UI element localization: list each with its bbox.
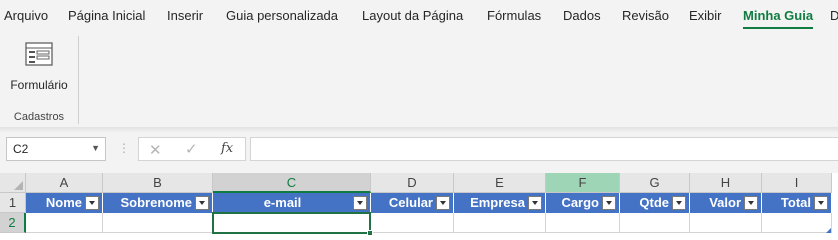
filter-dropdown-icon[interactable] [436, 196, 450, 210]
formulario-button[interactable]: Formulário [6, 38, 72, 94]
cell-d2[interactable] [371, 213, 454, 233]
table-header-sobrenome[interactable]: Sobrenome [103, 193, 213, 213]
table-header-label: Cargo [561, 195, 599, 210]
filter-dropdown-icon[interactable] [195, 196, 209, 210]
table-header-email[interactable]: e-mail [213, 193, 371, 213]
ribbon-tab-bar: Arquivo Página Inicial Inserir Guia pers… [0, 0, 838, 32]
table-resize-handle[interactable] [826, 228, 831, 233]
select-all-button[interactable] [0, 173, 26, 193]
table-header-celular[interactable]: Celular [371, 193, 454, 213]
row-header-1[interactable]: 1 [0, 193, 26, 213]
ribbon-group-separator [78, 36, 79, 124]
table-header-valor[interactable]: Valor [690, 193, 762, 213]
table-header-cargo[interactable]: Cargo [546, 193, 620, 213]
tab-layout-da-pagina[interactable]: Layout da Página [362, 8, 463, 26]
cell-g2[interactable] [620, 213, 690, 233]
tab-arquivo[interactable]: Arquivo [4, 8, 48, 26]
cell-b2[interactable] [103, 213, 213, 233]
name-box[interactable]: C2 ▼ [6, 137, 106, 161]
column-header-c[interactable]: C [213, 173, 371, 193]
drag-handle-icon[interactable]: ⋮ [118, 141, 130, 155]
select-all-triangle-icon [14, 181, 23, 190]
formula-input[interactable] [250, 137, 838, 161]
close-icon[interactable]: ✕ [149, 141, 162, 159]
cell-i2[interactable] [762, 213, 832, 233]
tab-guia-personalizada[interactable]: Guia personalizada [226, 8, 338, 26]
form-icon [25, 42, 53, 66]
check-icon[interactable]: ✓ [185, 140, 198, 158]
column-header-a[interactable]: A [26, 173, 103, 193]
column-header-b[interactable]: B [103, 173, 213, 193]
table-header-nome[interactable]: Nome [26, 193, 103, 213]
filter-dropdown-icon[interactable] [85, 196, 99, 210]
tab-minha-guia[interactable]: Minha Guia [743, 8, 813, 26]
table-header-label: Celular [388, 195, 433, 210]
filter-dropdown-icon[interactable] [672, 196, 686, 210]
chevron-down-icon[interactable]: ▼ [91, 143, 100, 153]
filter-dropdown-icon[interactable] [602, 196, 616, 210]
table-header-label: Total [780, 195, 811, 210]
filter-dropdown-icon[interactable] [814, 196, 828, 210]
table-header-label: Qtde [639, 195, 669, 210]
tab-exibir[interactable]: Exibir [689, 8, 722, 26]
tab-pagina-inicial[interactable]: Página Inicial [68, 8, 145, 26]
tab-revisao[interactable]: Revisão [622, 8, 669, 26]
row-header-2[interactable]: 2 [0, 213, 26, 233]
table-header-label: e-mail [263, 195, 302, 210]
table-header-label: Valor [709, 195, 741, 210]
name-box-value: C2 [13, 142, 29, 156]
tab-formulas[interactable]: Fórmulas [487, 8, 541, 26]
insert-function-icon[interactable]: fx [221, 141, 233, 156]
column-header-i[interactable]: I [762, 173, 832, 193]
column-header-e[interactable]: E [454, 173, 546, 193]
worksheet-grid: A B C D E F G H I 1 2 Nome Sobrenome e-m… [0, 173, 838, 239]
cell-f2[interactable] [546, 213, 620, 233]
cell-h2[interactable] [690, 213, 762, 233]
cell-a2[interactable] [26, 213, 103, 233]
filter-dropdown-icon[interactable] [744, 196, 758, 210]
table-header-label: Empresa [470, 195, 525, 210]
tab-dados[interactable]: Dados [563, 8, 601, 26]
column-header-d[interactable]: D [371, 173, 454, 193]
table-header-empresa[interactable]: Empresa [454, 193, 546, 213]
ribbon-panel: Formulário Cadastros [0, 32, 838, 128]
active-cell-border [212, 212, 371, 234]
column-header-f[interactable]: F [546, 173, 620, 193]
table-header-label: Sobrenome [120, 195, 192, 210]
cell-e2[interactable] [454, 213, 546, 233]
tab-overflow[interactable]: D [830, 8, 838, 26]
formulario-button-label: Formulário [10, 78, 68, 92]
tab-inserir[interactable]: Inserir [167, 8, 203, 26]
table-header-qtde[interactable]: Qtde [620, 193, 690, 213]
formula-buttons: ✕ ✓ fx [138, 137, 246, 161]
ribbon-group-label: Cadastros [13, 111, 65, 123]
fill-handle[interactable] [367, 230, 373, 236]
filter-dropdown-icon[interactable] [353, 196, 367, 210]
formula-bar-row: C2 ▼ ⋮ ✕ ✓ fx [0, 133, 838, 173]
table-header-total[interactable]: Total [762, 193, 832, 213]
table-header-label: Nome [45, 195, 82, 210]
column-header-h[interactable]: H [690, 173, 762, 193]
active-tab-underline [743, 27, 813, 29]
filter-dropdown-icon[interactable] [528, 196, 542, 210]
column-header-g[interactable]: G [620, 173, 690, 193]
